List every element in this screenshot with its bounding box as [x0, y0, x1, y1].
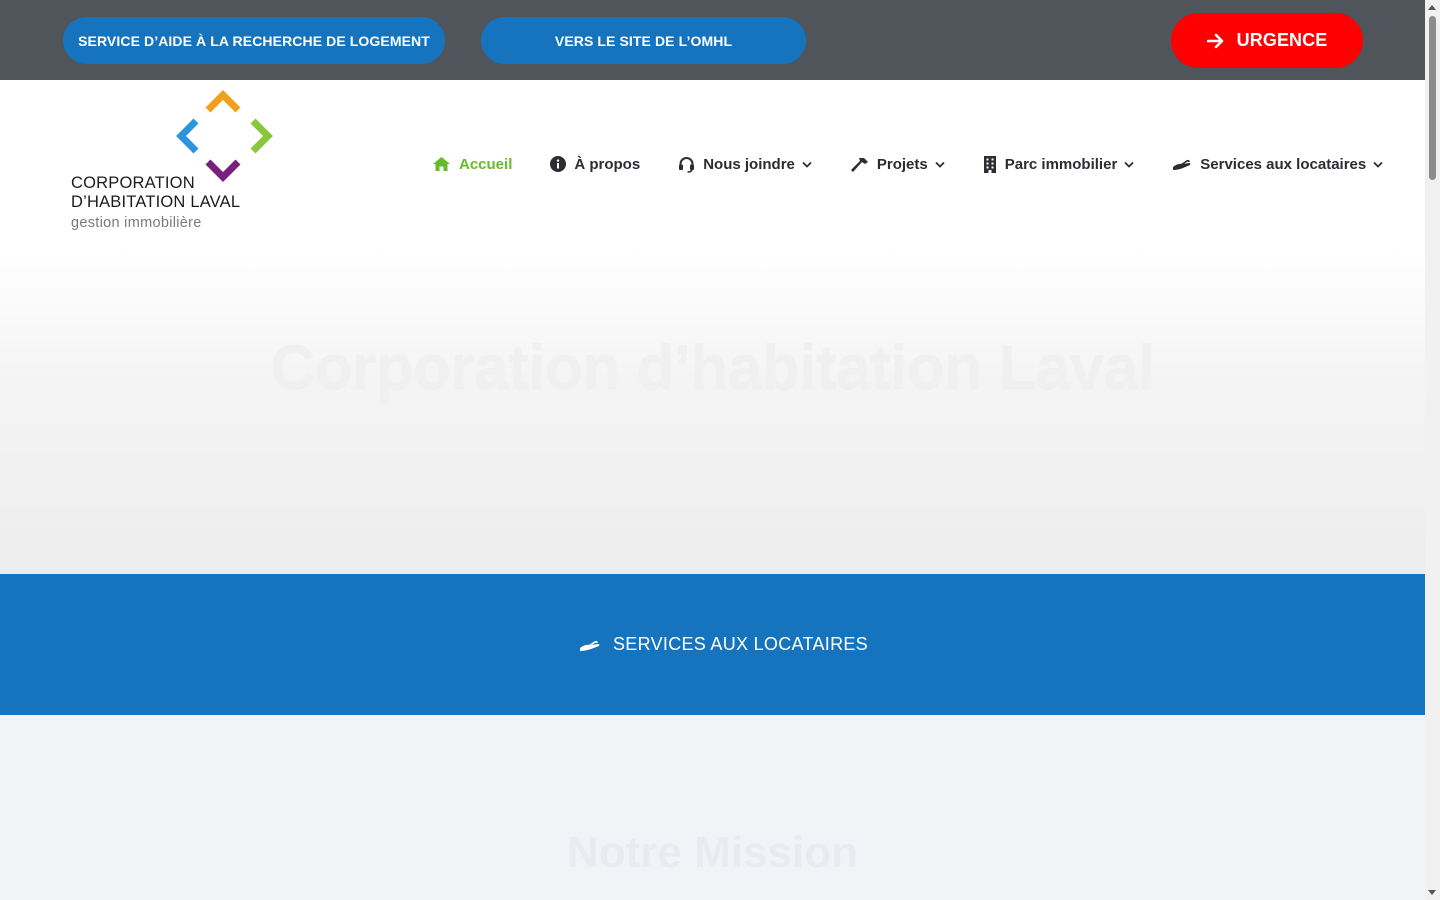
scrollbar-thumb[interactable]: [1429, 16, 1436, 180]
info-icon: [550, 156, 567, 172]
building-icon: [983, 155, 997, 173]
chevron-down-icon: [802, 161, 812, 168]
chevron-down-icon: [935, 161, 945, 168]
site-header: CORPORATION D’HABITATION LAVAL gestion i…: [0, 80, 1425, 250]
nav-label: À propos: [574, 155, 641, 173]
nav-item-nous-joindre[interactable]: Nous joindre: [678, 156, 812, 173]
page-scrollbar[interactable]: [1425, 0, 1440, 900]
nav-item-parc-immobilier[interactable]: Parc immobilier: [983, 155, 1135, 173]
hand-holding-icon: [579, 638, 601, 652]
housing-search-service-button[interactable]: SERVICE D’AIDE À LA RECHERCHE DE LOGEMEN…: [63, 17, 445, 64]
main-nav: Accueil À propos Nous joindre Projets Pa…: [432, 155, 1383, 173]
nav-label: Accueil: [459, 155, 513, 173]
hero-title: Corporation d’habitation Laval: [270, 333, 1155, 402]
services-aux-locataires-link[interactable]: SERVICES AUX LOCATAIRES: [579, 634, 868, 655]
nav-label: Nous joindre: [703, 155, 795, 173]
hand-icon: [1172, 157, 1192, 171]
logo-text-line1: CORPORATION: [71, 174, 195, 192]
nav-item-projets[interactable]: Projets: [850, 156, 945, 173]
nav-label: Parc immobilier: [1004, 155, 1118, 173]
hero-section: Corporation d’habitation Laval: [0, 250, 1425, 574]
logo-text-line2: D’HABITATION LAVAL: [71, 193, 241, 211]
nav-label: Projets: [876, 155, 928, 173]
nav-item-services-locataires[interactable]: Services aux locataires: [1172, 156, 1383, 173]
band-link-label: SERVICES AUX LOCATAIRES: [613, 634, 868, 654]
scroll-down-arrow-icon[interactable]: [1428, 890, 1436, 895]
omhl-site-button[interactable]: VERS LE SITE DE L’OMHL: [481, 17, 806, 64]
hammer-icon: [850, 156, 869, 173]
nav-item-a-propos[interactable]: À propos: [550, 156, 640, 173]
site-logo[interactable]: CORPORATION D’HABITATION LAVAL gestion i…: [71, 90, 291, 240]
top-bar: SERVICE D’AIDE À LA RECHERCHE DE LOGEMEN…: [0, 0, 1425, 80]
logo-tagline: gestion immobilière: [71, 215, 202, 231]
mission-section: Notre Mission: [0, 715, 1425, 900]
urgence-label: URGENCE: [1236, 30, 1328, 50]
headset-icon: [678, 156, 695, 173]
tenant-services-band: SERVICES AUX LOCATAIRES: [0, 574, 1425, 715]
arrow-right-icon: [1206, 33, 1237, 49]
home-icon: [432, 156, 451, 172]
urgence-button[interactable]: URGENCE: [1171, 13, 1363, 68]
nav-item-accueil[interactable]: Accueil: [432, 156, 512, 173]
chevron-down-icon: [1124, 161, 1134, 168]
nav-label: Services aux locataires: [1200, 155, 1367, 173]
scroll-up-arrow-icon[interactable]: [1428, 5, 1436, 10]
chevron-down-icon: [1373, 161, 1383, 168]
mission-title: Notre Mission: [567, 828, 858, 877]
